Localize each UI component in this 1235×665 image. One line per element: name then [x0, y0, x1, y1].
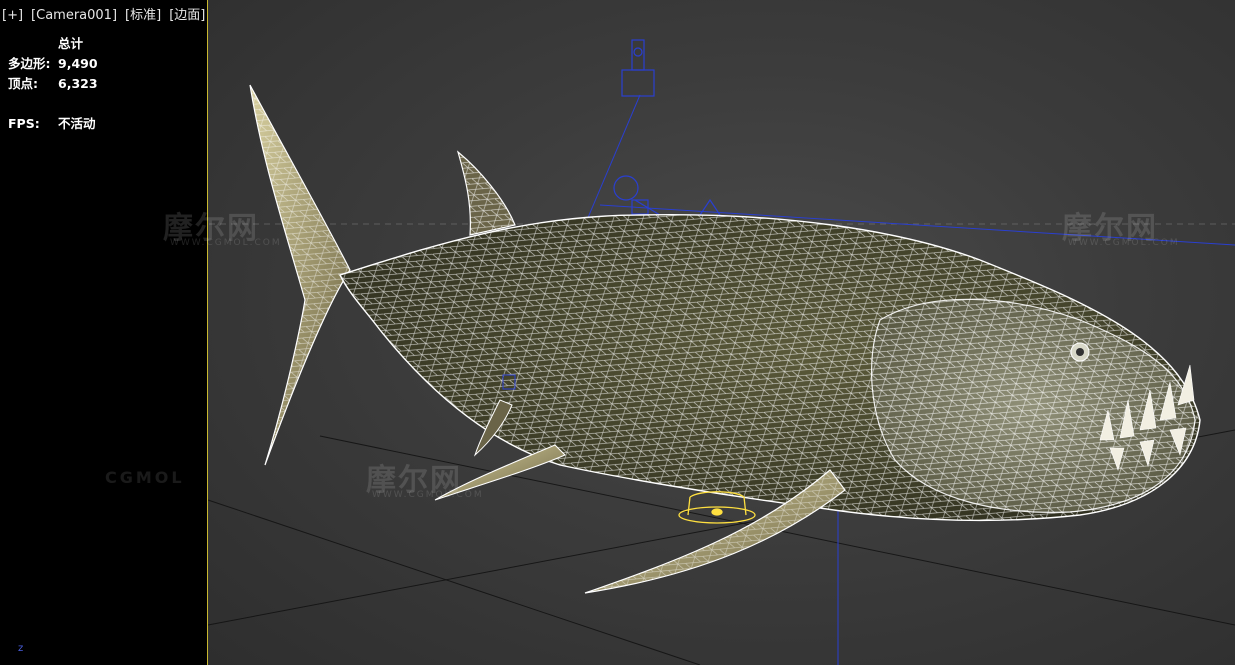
vertices-value: 6,323 [58, 76, 98, 91]
stats-title: 总计 [58, 36, 84, 51]
watermark-url-right: WWW.CGMOL.COM [1068, 238, 1180, 248]
viewport-camera-label[interactable]: [Camera001] [31, 8, 117, 23]
scene-statistics: 总计 多边形: 9,490 顶点: 6,323 FPS: 不活动 [8, 34, 98, 134]
viewport-edges-label[interactable]: [边面] [169, 8, 205, 23]
polygons-row: 多边形: 9,490 [8, 54, 98, 74]
polygons-value: 9,490 [58, 56, 98, 71]
axis-z-label: z [18, 643, 24, 654]
camera-gizmo-icon [613, 39, 721, 216]
watermark-cgmol: CGMOL [105, 468, 185, 487]
watermark-url-center: WWW.CGMOL.COM [372, 490, 484, 500]
3d-viewport[interactable]: [+] [Camera001] [标准] [边面] 总计 多边形: 9,490 顶点:… [0, 0, 1235, 665]
viewport-menu-plus[interactable]: [+] [2, 8, 23, 23]
fps-label: FPS: [8, 116, 40, 131]
fps-value: 不活动 [58, 116, 96, 131]
viewport-shading-label[interactable]: [标准] [125, 8, 161, 23]
fps-row: FPS: 不活动 [8, 114, 98, 134]
vertices-row: 顶点: 6,323 [8, 74, 98, 94]
vertices-label: 顶点: [8, 76, 38, 91]
viewport-label-bar[interactable]: [+] [Camera001] [标准] [边面] [2, 4, 213, 23]
polygons-label: 多边形: [8, 56, 51, 71]
watermark-url-left: WWW.CGMOL.COM [170, 238, 282, 248]
